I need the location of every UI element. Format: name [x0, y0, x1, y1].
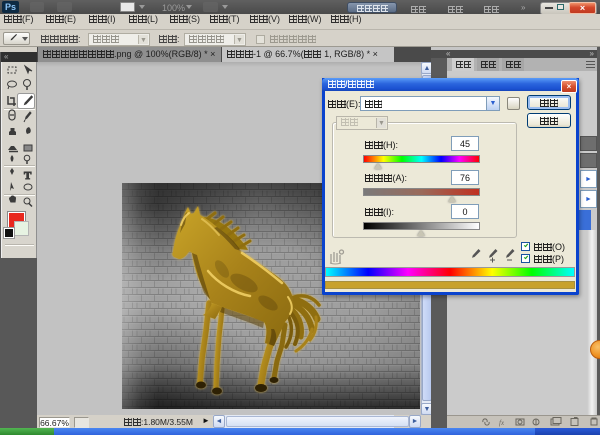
svg-text:T: T — [24, 170, 32, 182]
svg-text:fx: fx — [499, 419, 505, 427]
